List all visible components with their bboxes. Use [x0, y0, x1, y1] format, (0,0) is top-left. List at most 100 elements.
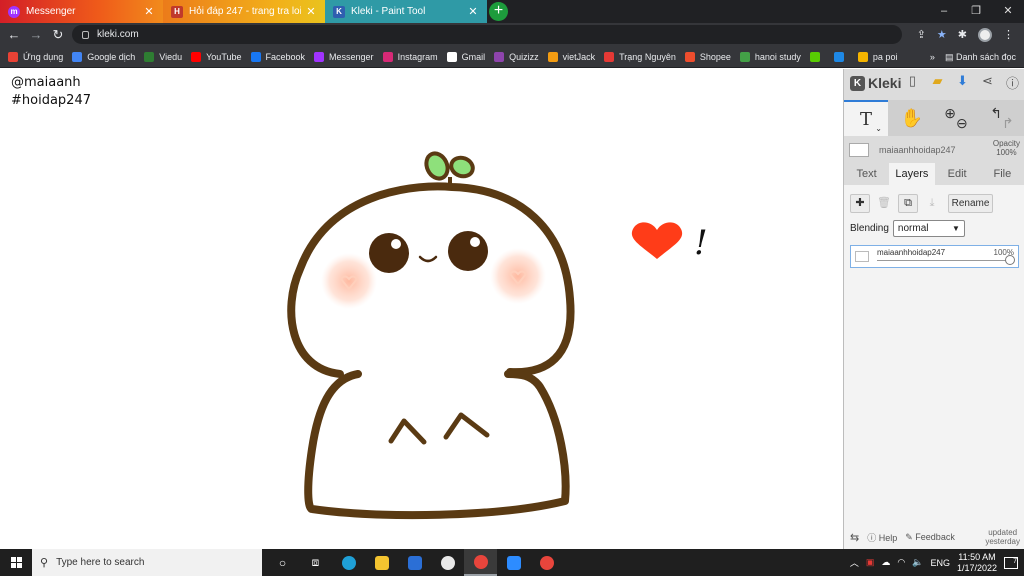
hand-tool[interactable]: ✋	[890, 100, 934, 136]
tab-edit[interactable]: Edit	[935, 163, 980, 185]
rename-button[interactable]: Rename	[948, 194, 993, 213]
wifi-icon[interactable]: ◠	[897, 557, 905, 568]
share-icon[interactable]: ⋖	[979, 73, 996, 91]
bookmark-label: Gmail	[461, 51, 486, 62]
antivirus-icon[interactable]: ▣	[866, 557, 875, 568]
chevron-up-icon[interactable]: ︿	[850, 556, 859, 569]
bookmark-favicon-icon	[250, 51, 261, 62]
cloud-icon[interactable]: ☁	[881, 557, 890, 568]
bookmark-item[interactable]: YouTube	[191, 51, 242, 62]
tab-messenger[interactable]: m Messenger ✕	[0, 0, 163, 23]
bookmark-item[interactable]	[809, 51, 825, 62]
duplicate-layer-button[interactable]: ⧉	[898, 194, 918, 213]
bookmark-label: Viedu	[159, 51, 183, 62]
download-icon[interactable]: ⬇	[954, 73, 971, 91]
share-icon[interactable]: ⇪	[917, 28, 926, 41]
clock[interactable]: 11:50 AM 1/17/2022	[957, 552, 997, 574]
bookmark-favicon-icon	[314, 51, 325, 62]
tab-close-icon[interactable]: ✕	[467, 5, 479, 18]
reload-icon[interactable]: ↻	[47, 27, 69, 43]
chrome-icon[interactable]	[464, 549, 497, 576]
file-explorer-icon[interactable]	[365, 549, 398, 576]
reading-list[interactable]: ▤ Danh sách đọc	[945, 52, 1016, 63]
store-icon[interactable]	[398, 549, 431, 576]
address-bar[interactable]: kleki.com	[72, 25, 902, 44]
chrome-profile-icon[interactable]	[530, 549, 563, 576]
new-tab-button[interactable]: +	[489, 2, 508, 21]
tab-layers[interactable]: Layers	[889, 163, 935, 185]
bookmark-item[interactable]: Messenger	[314, 51, 374, 62]
layer-item[interactable]: maiaanhhoidap247 100%	[850, 245, 1019, 268]
folder-icon[interactable]: ▰	[929, 73, 946, 91]
bookmark-item[interactable]: Quizizz	[494, 51, 539, 62]
bookmark-item[interactable]: Shopee	[684, 51, 731, 62]
close-window-icon[interactable]: ✕	[992, 0, 1024, 23]
bookmark-item[interactable]: Facebook	[250, 51, 305, 62]
bookmark-item[interactable]	[833, 51, 849, 62]
window-controls: – ❐ ✕	[928, 0, 1024, 23]
bookmark-item[interactable]: Google dịch	[72, 51, 135, 62]
toolbar-icons: ⇪ ★ ✱ ⋮	[917, 23, 1014, 46]
help-icon[interactable]: ⓘ	[1004, 73, 1021, 91]
bookmark-item[interactable]: vietJack	[547, 51, 595, 62]
bookmark-label: Messenger	[329, 51, 374, 62]
bookmark-item[interactable]: Trạng Nguyên	[604, 51, 676, 62]
bookmark-item[interactable]: pa poi	[857, 51, 897, 62]
tab-hoidap247[interactable]: H Hỏi đáp 247 - trang tra loi ✕	[163, 0, 325, 23]
text-tool[interactable]: T ⌄	[844, 100, 888, 136]
zoom-app-icon[interactable]	[497, 549, 530, 576]
task-view-icon[interactable]: ⧈	[299, 549, 332, 576]
tab-label: Messenger	[26, 6, 76, 17]
forward-icon[interactable]: →	[25, 27, 47, 42]
undo-icon[interactable]: ↰	[990, 105, 1002, 122]
menu-dots-icon[interactable]: ⋮	[1003, 28, 1014, 41]
help-link[interactable]: ⓘ Help	[867, 531, 897, 544]
new-file-icon[interactable]: ▯	[904, 73, 921, 91]
drawing-canvas[interactable]: @maiaanh #hoidap247 !	[0, 69, 843, 549]
bookmarks-overflow-icon[interactable]: »	[930, 52, 935, 62]
zoom-out-icon[interactable]: ⊖	[956, 115, 968, 132]
notification-icon[interactable]: 7	[1004, 556, 1018, 569]
chevron-down-icon[interactable]: ⌄	[875, 124, 882, 133]
add-layer-button[interactable]: ✚	[850, 194, 870, 213]
kleki-logo[interactable]: K Kleki	[850, 75, 901, 91]
delete-layer-button[interactable]: 🗑	[874, 194, 894, 213]
zoom-in-icon[interactable]: ⊕	[944, 105, 956, 122]
start-button[interactable]	[0, 549, 32, 576]
bookmarks-right: » ▤ Danh sách đọc	[930, 46, 1016, 68]
bookmark-item[interactable]: Viedu	[144, 51, 183, 62]
bookmark-star-icon[interactable]: ★	[937, 28, 947, 41]
tab-kleki[interactable]: K Kleki - Paint Tool ✕	[325, 0, 487, 23]
extensions-icon[interactable]: ✱	[958, 28, 967, 41]
tab-close-icon[interactable]: ✕	[305, 5, 317, 18]
zoom-tool[interactable]: ⊕ ⊖	[934, 100, 978, 136]
minimize-icon[interactable]: –	[928, 0, 960, 23]
bookmark-item[interactable]: Instagram	[382, 51, 438, 62]
back-icon[interactable]: ←	[3, 27, 25, 42]
tab-close-icon[interactable]: ✕	[143, 5, 155, 18]
feedback-link[interactable]: ✎ Feedback	[905, 532, 955, 543]
layer-opacity-slider[interactable]	[877, 260, 1010, 261]
profile-avatar[interactable]	[978, 27, 992, 42]
swap-sides-icon[interactable]: ⇆	[850, 531, 859, 544]
drawing-artwork: !	[287, 151, 708, 520]
bookmark-label: Quizizz	[509, 51, 539, 62]
bookmark-item[interactable]: Ứng dụng	[8, 51, 63, 62]
help-label: Help	[878, 532, 898, 543]
bookmark-item[interactable]: hanoi study	[739, 51, 801, 62]
redo-icon[interactable]: ↱	[1002, 115, 1014, 132]
tab-text[interactable]: Text	[844, 163, 889, 185]
cortana-icon[interactable]: ○	[266, 549, 299, 576]
tab-file[interactable]: File	[980, 163, 1024, 185]
maximize-icon[interactable]: ❐	[960, 0, 992, 23]
language-indicator[interactable]: ENG	[930, 558, 950, 568]
taskbar-search[interactable]: ⚲ Type here to search	[32, 549, 262, 576]
chevron-down-icon: ▼	[952, 224, 960, 233]
edge-icon[interactable]	[332, 549, 365, 576]
volume-icon[interactable]: 🔈	[912, 557, 923, 568]
merge-layer-button[interactable]: ⤓	[922, 194, 942, 213]
bookmark-item[interactable]: Gmail	[446, 51, 486, 62]
layer-opacity-knob[interactable]	[1005, 255, 1015, 265]
messenger-app-icon[interactable]	[431, 549, 464, 576]
blending-select[interactable]: normal ▼	[892, 220, 965, 237]
